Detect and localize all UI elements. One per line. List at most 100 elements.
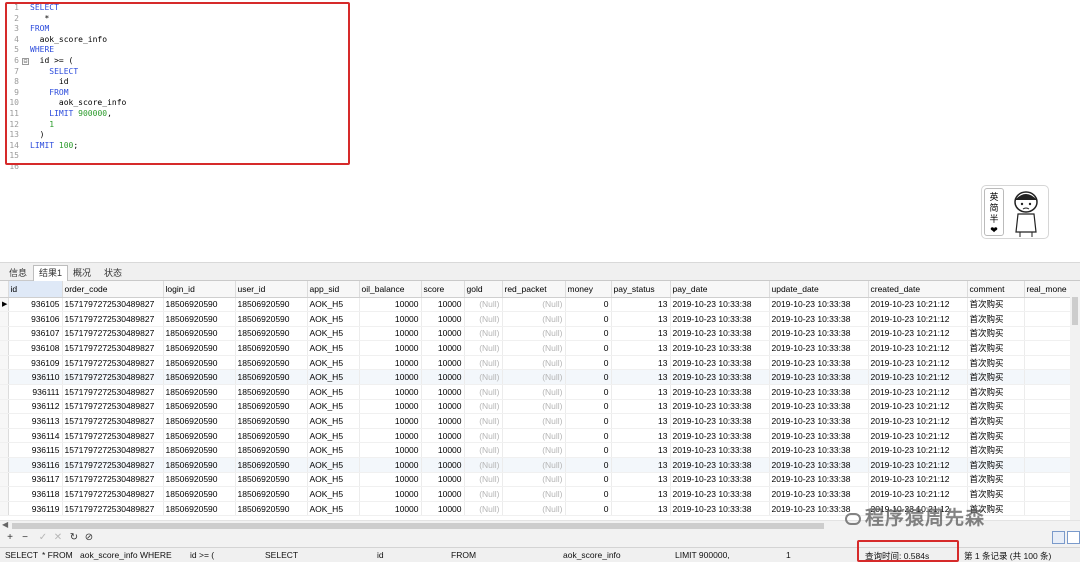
cell-created_date[interactable]: 2019-10-23 10:21:12 — [868, 326, 968, 342]
cell-login_id[interactable]: 18506920590 — [163, 501, 236, 517]
table-row[interactable]: 936106 1571797272530489827 18506920590 1850… — [0, 311, 1080, 327]
row-indicator[interactable] — [0, 472, 9, 488]
cell-user_id[interactable]: 18506920590 — [235, 428, 308, 444]
cell-app_sid[interactable]: AOK_H5 — [307, 486, 360, 502]
cell-pay_status[interactable]: 13 — [611, 326, 671, 342]
cell-oil_balance[interactable]: 10000 — [359, 486, 422, 502]
cell-pay_date[interactable]: 2019-10-23 10:33:38 — [670, 428, 770, 444]
cell-login_id[interactable]: 18506920590 — [163, 442, 236, 459]
cell-update_date[interactable]: 2019-10-23 10:33:38 — [769, 457, 869, 473]
cell-login_id[interactable]: 18506920590 — [163, 311, 236, 327]
cell-comment[interactable]: 首次购买 — [967, 442, 1025, 459]
cell-created_date[interactable]: 2019-10-23 10:21:12 — [868, 384, 968, 400]
cell-pay_date[interactable]: 2019-10-23 10:33:38 — [670, 501, 770, 517]
cell-comment[interactable]: 首次购买 — [967, 428, 1025, 444]
cell-pay_status[interactable]: 13 — [611, 384, 671, 400]
cell-score[interactable]: 10000 — [421, 501, 465, 517]
horizontal-scroll-thumb[interactable] — [12, 523, 824, 529]
table-row[interactable]: 936108 1571797272530489827 18506920590 1850… — [0, 340, 1080, 356]
cell-app_sid[interactable]: AOK_H5 — [307, 355, 360, 371]
sql-editor[interactable]: 1 SELECT 2 * 3 FROM 4 aok_score_info 5 WHERE 6 ⊟ … — [0, 0, 1080, 262]
cell-comment[interactable]: 首次购买 — [967, 486, 1025, 502]
cell-money[interactable]: 0 — [565, 326, 612, 342]
cell-money[interactable]: 0 — [565, 297, 612, 313]
cell-gold[interactable]: (Null) — [464, 442, 503, 459]
cell-created_date[interactable]: 2019-10-23 10:21:12 — [868, 486, 968, 502]
table-row[interactable]: 936109 1571797272530489827 18506920590 1850… — [0, 355, 1080, 371]
column-header-gold[interactable]: gold — [464, 281, 503, 298]
table-row[interactable]: 936115 1571797272530489827 18506920590 1850… — [0, 442, 1080, 459]
row-indicator[interactable] — [0, 457, 9, 473]
cell-pay_status[interactable]: 13 — [611, 369, 671, 386]
cell-id[interactable]: 936112 — [8, 399, 63, 415]
cell-score[interactable]: 10000 — [421, 297, 465, 313]
cell-user_id[interactable]: 18506920590 — [235, 340, 308, 356]
cell-user_id[interactable]: 18506920590 — [235, 384, 308, 400]
cell-pay_status[interactable]: 13 — [611, 297, 671, 313]
row-indicator[interactable] — [0, 311, 9, 327]
cell-red_packet[interactable]: (Null) — [502, 326, 566, 342]
cell-comment[interactable]: 首次购买 — [967, 457, 1025, 473]
cell-money[interactable]: 0 — [565, 340, 612, 356]
row-indicator[interactable] — [0, 442, 9, 459]
cell-order_code[interactable]: 1571797272530489827 — [62, 399, 164, 415]
cell-oil_balance[interactable]: 10000 — [359, 311, 422, 327]
cell-order_code[interactable]: 1571797272530489827 — [62, 384, 164, 400]
cell-comment[interactable]: 首次购买 — [967, 297, 1025, 313]
vertical-scroll-thumb[interactable] — [1072, 297, 1078, 325]
cell-comment[interactable]: 首次购买 — [967, 369, 1025, 386]
cell-login_id[interactable]: 18506920590 — [163, 369, 236, 386]
cell-user_id[interactable]: 18506920590 — [235, 413, 308, 429]
cell-score[interactable]: 10000 — [421, 340, 465, 356]
cell-id[interactable]: 936109 — [8, 355, 63, 371]
cell-red_packet[interactable]: (Null) — [502, 340, 566, 356]
cell-pay_status[interactable]: 13 — [611, 413, 671, 429]
tab-overview[interactable]: 概况 — [67, 265, 97, 281]
cell-pay_date[interactable]: 2019-10-23 10:33:38 — [670, 311, 770, 327]
cell-oil_balance[interactable]: 10000 — [359, 442, 422, 459]
cell-order_code[interactable]: 1571797272530489827 — [62, 413, 164, 429]
cell-pay_date[interactable]: 2019-10-23 10:33:38 — [670, 355, 770, 371]
cell-pay_date[interactable]: 2019-10-23 10:33:38 — [670, 326, 770, 342]
cell-app_sid[interactable]: AOK_H5 — [307, 369, 360, 386]
cell-score[interactable]: 10000 — [421, 326, 465, 342]
cell-money[interactable]: 0 — [565, 428, 612, 444]
cell-pay_status[interactable]: 13 — [611, 399, 671, 415]
cell-update_date[interactable]: 2019-10-23 10:33:38 — [769, 413, 869, 429]
cell-app_sid[interactable]: AOK_H5 — [307, 384, 360, 400]
cell-login_id[interactable]: 18506920590 — [163, 472, 236, 488]
cell-update_date[interactable]: 2019-10-23 10:33:38 — [769, 297, 869, 313]
row-indicator[interactable] — [0, 369, 9, 386]
cell-login_id[interactable]: 18506920590 — [163, 399, 236, 415]
cell-created_date[interactable]: 2019-10-23 10:21:12 — [868, 472, 968, 488]
cell-created_date[interactable]: 2019-10-23 10:21:12 — [868, 340, 968, 356]
cell-red_packet[interactable]: (Null) — [502, 399, 566, 415]
table-row[interactable]: 936116 1571797272530489827 18506920590 1850… — [0, 457, 1080, 473]
cell-comment[interactable]: 首次购买 — [967, 340, 1025, 356]
cell-gold[interactable]: (Null) — [464, 311, 503, 327]
cell-id[interactable]: 936116 — [8, 457, 63, 473]
cell-update_date[interactable]: 2019-10-23 10:33:38 — [769, 384, 869, 400]
cell-user_id[interactable]: 18506920590 — [235, 355, 308, 371]
cell-score[interactable]: 10000 — [421, 355, 465, 371]
cell-money[interactable]: 0 — [565, 413, 612, 429]
cell-comment[interactable]: 首次购买 — [967, 311, 1025, 327]
cell-oil_balance[interactable]: 10000 — [359, 297, 422, 313]
cell-pay_date[interactable]: 2019-10-23 10:33:38 — [670, 369, 770, 386]
add-record-button[interactable]: + — [3, 531, 17, 545]
cell-created_date[interactable]: 2019-10-23 10:21:12 — [868, 457, 968, 473]
cell-pay_status[interactable]: 13 — [611, 428, 671, 444]
cell-app_sid[interactable]: AOK_H5 — [307, 297, 360, 313]
cell-pay_status[interactable]: 13 — [611, 355, 671, 371]
cell-pay_status[interactable]: 13 — [611, 472, 671, 488]
cell-money[interactable]: 0 — [565, 355, 612, 371]
cell-red_packet[interactable]: (Null) — [502, 297, 566, 313]
table-row[interactable]: 936113 1571797272530489827 18506920590 1850… — [0, 413, 1080, 429]
cell-oil_balance[interactable]: 10000 — [359, 428, 422, 444]
row-indicator[interactable] — [0, 413, 9, 429]
table-row[interactable]: 936107 1571797272530489827 18506920590 1850… — [0, 326, 1080, 342]
cell-login_id[interactable]: 18506920590 — [163, 355, 236, 371]
cell-user_id[interactable]: 18506920590 — [235, 297, 308, 313]
cell-order_code[interactable]: 1571797272530489827 — [62, 311, 164, 327]
cell-gold[interactable]: (Null) — [464, 413, 503, 429]
